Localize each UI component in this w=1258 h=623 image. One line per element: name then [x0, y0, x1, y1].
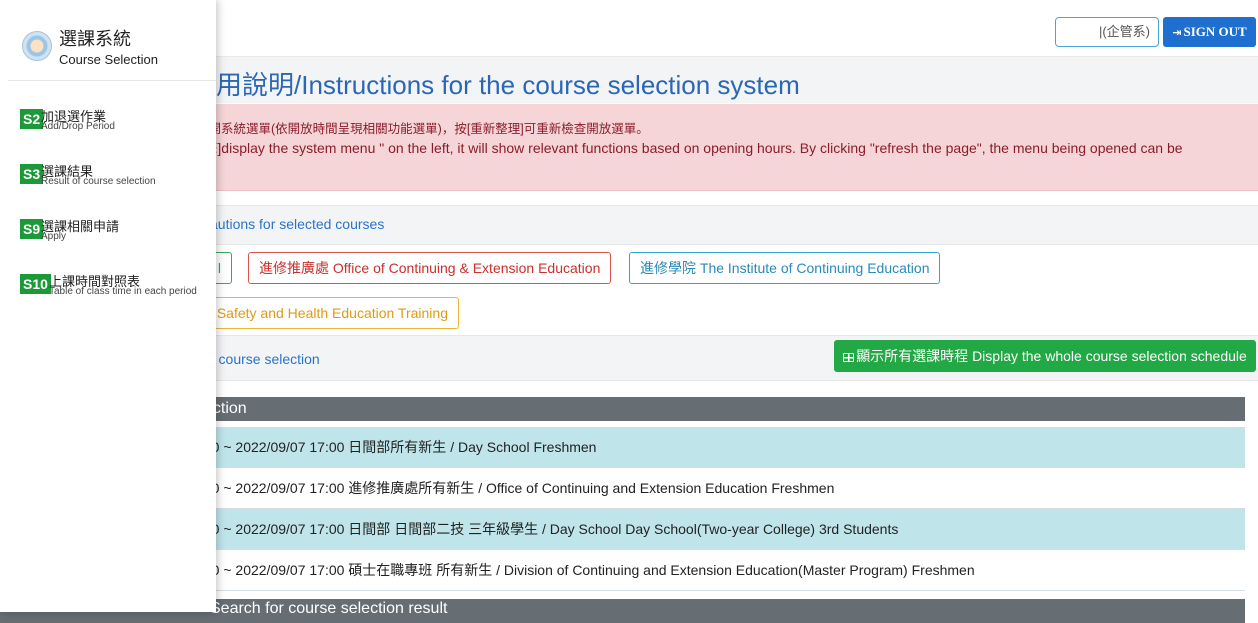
- user-dept-box[interactable]: |(企管系): [1055, 17, 1159, 47]
- display-schedule-label: 顯示所有選課時程 Display the whole course select…: [856, 348, 1247, 364]
- sidebar-item-label-en: Result of course selection: [41, 176, 156, 187]
- sidebar-item-label-en: Add/Drop Period: [41, 121, 115, 132]
- schedule-row-text: :30 ~ 2022/09/07 17:00 日間部 日間部二技 三年級學生 /…: [200, 521, 899, 537]
- sidebar-item-apply[interactable]: S9 選課相關申請 Apply: [20, 216, 216, 252]
- sign-out-button[interactable]: ⇥ SIGN OUT: [1163, 17, 1256, 47]
- school-logo-icon: [22, 31, 52, 61]
- sidebar-item-result[interactable]: S3 選課結果 Result of course selection: [20, 161, 216, 197]
- grid-icon: [843, 353, 855, 362]
- sidebar-item-label-en: Apply: [41, 231, 67, 242]
- sidebar-item-badge: S9: [20, 219, 44, 239]
- institute-continuing-education-button[interactable]: 進修學院 The Institute of Continuing Educati…: [629, 252, 941, 284]
- sidebar-item-badge: S2: [20, 109, 44, 129]
- schedule-row-text: :00 ~ 2022/09/07 17:00 日間部所有新生 / Day Sch…: [200, 439, 597, 455]
- sidebar-item-add-drop[interactable]: S2 加退選作業 Add/Drop Period: [20, 106, 216, 142]
- search-result-section-title: Search for course selection result: [210, 600, 448, 617]
- sign-out-label: SIGN OUT: [1183, 24, 1247, 39]
- brand-title-cn: 選課系統: [59, 29, 131, 49]
- sidebar-item-badge: S10: [20, 274, 51, 294]
- alert-line-cn: 展開系統選單(依開放時間呈現相關功能選單)，按[重新整理]可重新檢查開放選單。: [196, 122, 649, 136]
- schedule-row-text: :00 ~ 2022/09/07 17:00 進修推廣處所有新生 / Offic…: [200, 480, 835, 496]
- sidebar-item-badge: S3: [20, 164, 44, 184]
- display-schedule-button[interactable]: 顯示所有選課時程 Display the whole course select…: [834, 340, 1256, 372]
- sidebar-item-class-time-table[interactable]: S10 上課時間對照表 Table of class time in each …: [20, 271, 216, 307]
- alert-line-en: "[☰]display the system menu " on the lef…: [196, 140, 1183, 156]
- brand-title-en: Course Selection: [59, 52, 158, 67]
- sidebar-divider: [8, 80, 216, 81]
- precautions-link[interactable]: cautions for selected courses: [203, 216, 384, 232]
- continuing-extension-education-button[interactable]: 進修推廣處 Office of Continuing & Extension E…: [248, 252, 612, 284]
- sidebar-menu: 選課系統 Course Selection S2 加退選作業 Add/Drop …: [0, 0, 216, 612]
- sidebar-item-label-en: Table of class time in each period: [49, 286, 197, 297]
- schedule-row-text: :00 ~ 2022/09/07 17:00 碩士在職專班 所有新生 / Div…: [200, 562, 975, 578]
- page-title: 使用說明/Instructions for the course selecti…: [190, 70, 800, 100]
- course-selection-time-link[interactable]: r course selection: [210, 351, 320, 367]
- sign-out-icon: ⇥: [1172, 26, 1182, 39]
